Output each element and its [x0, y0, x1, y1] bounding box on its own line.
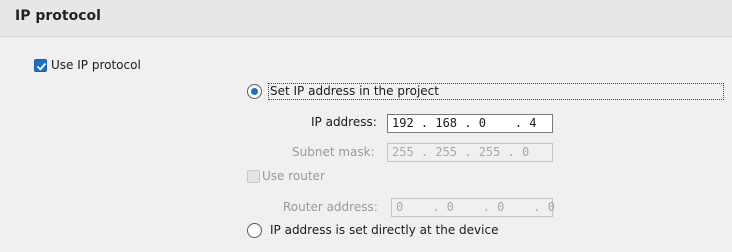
- section-header: IP protocol: [0, 0, 732, 37]
- checkmark-icon: [36, 62, 47, 71]
- router-address-label: Router address:: [283, 200, 378, 214]
- section-title: IP protocol: [15, 8, 101, 24]
- ip-address-field[interactable]: 192 . 168 . 0 . 4: [387, 114, 553, 133]
- set-ip-in-project-radio[interactable]: [247, 84, 262, 99]
- use-router-label: Use router: [262, 169, 325, 183]
- use-router-checkbox[interactable]: [247, 170, 260, 183]
- set-ip-in-project-label: Set IP address in the project: [270, 84, 439, 98]
- subnet-mask-label: Subnet mask:: [292, 145, 375, 159]
- router-address-field[interactable]: 0 . 0 . 0 . 0: [391, 198, 555, 217]
- use-ip-protocol-label: Use IP protocol: [51, 58, 141, 72]
- subnet-mask-field[interactable]: 255 . 255 . 255 . 0: [387, 143, 553, 162]
- set-ip-at-device-label: IP address is set directly at the device: [270, 223, 499, 237]
- use-ip-protocol-checkbox[interactable]: [34, 59, 47, 72]
- ip-address-label: IP address:: [311, 115, 377, 129]
- set-ip-at-device-radio[interactable]: [247, 223, 262, 238]
